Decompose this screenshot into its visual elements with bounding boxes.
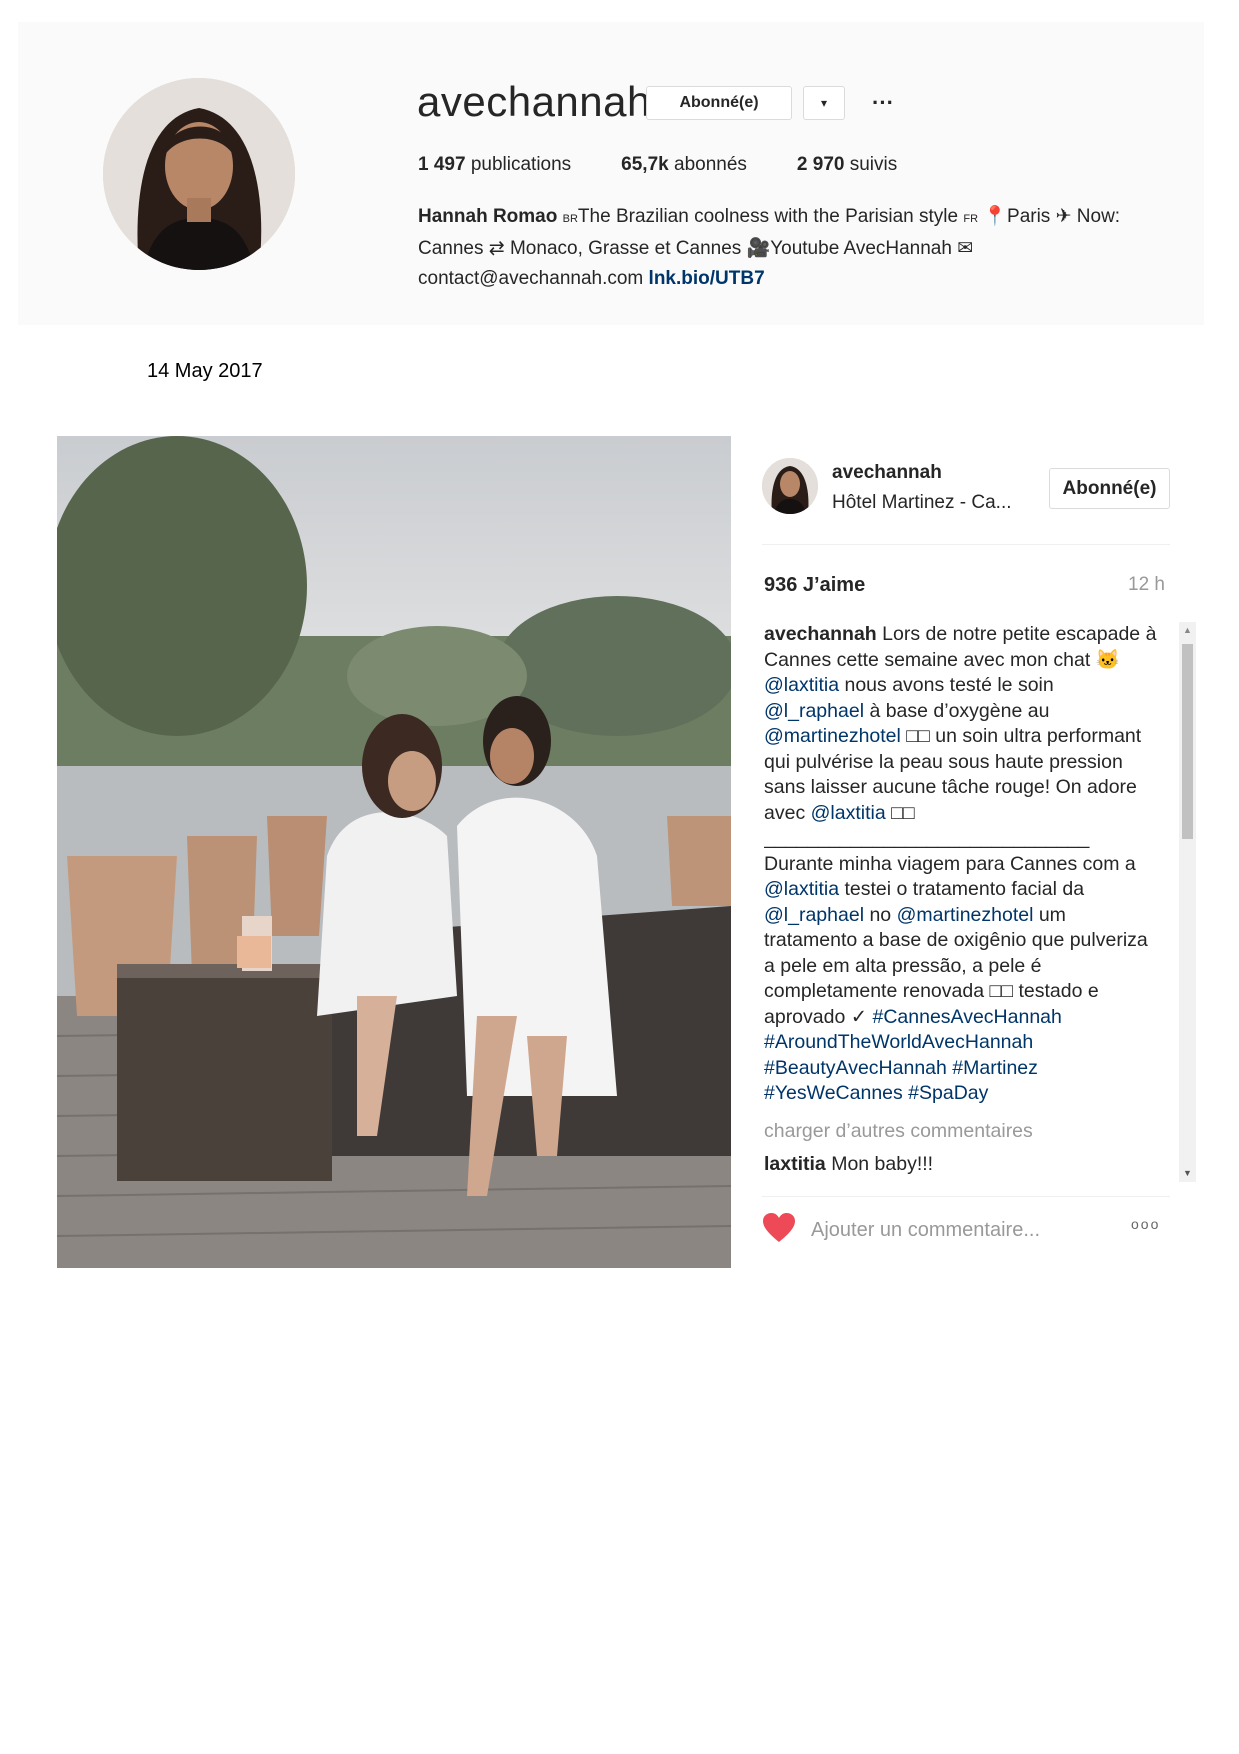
load-more-comments[interactable]: charger d’autres commentaires: [764, 1119, 1159, 1145]
caption-username[interactable]: avechannah: [764, 623, 877, 645]
post-date: 14 May 2017: [147, 360, 263, 382]
stat-followers-count: 65,7k: [621, 154, 669, 175]
likes-count[interactable]: 936 J’aime: [764, 574, 865, 597]
stat-followers[interactable]: 65,7k abonnés: [621, 154, 747, 176]
stat-following-count: 2 970: [796, 154, 845, 175]
profile-username: avechannah: [417, 78, 651, 125]
stat-following[interactable]: 2 970 suivis: [797, 154, 897, 176]
plane-icon: ✈: [1055, 206, 1072, 227]
heart-icon[interactable]: [762, 1212, 796, 1244]
comment-item: laxtitia Mon baby!!!: [764, 1152, 1159, 1176]
post-photo-image: [57, 436, 731, 1268]
profile-avatar-image: [103, 78, 295, 270]
more-options-icon[interactable]: ooo: [1131, 1216, 1160, 1232]
caption: avechannah Lors de notre petite escapade…: [764, 622, 1159, 1107]
profile-header: avechannah Abonné(e) ▾ ··· 1 497 publica…: [18, 22, 1204, 325]
caption-text: □□: [885, 801, 915, 824]
scroll-down-arrow-icon[interactable]: ▼: [1179, 1165, 1196, 1182]
comment-input[interactable]: [809, 1214, 1103, 1246]
mention-link[interactable]: @laxtitia: [764, 674, 839, 696]
caption-text: nous avons testé le soin: [839, 674, 1054, 696]
follow-button[interactable]: Abonné(e): [646, 86, 792, 120]
caption-text: testei o tratamento facial da: [839, 878, 1085, 900]
mention-link[interactable]: @martinezhotel: [764, 725, 901, 747]
more-options-button[interactable]: ···: [863, 86, 903, 120]
post-author-username[interactable]: avechannah: [832, 462, 942, 484]
bio-link[interactable]: lnk.bio/UTB7: [649, 268, 765, 289]
stat-posts-label: publications: [470, 154, 572, 175]
post-follow-button[interactable]: Abonné(e): [1049, 468, 1170, 509]
post-time: 12 h: [1128, 574, 1165, 595]
stat-followers-label: abonnés: [674, 154, 747, 175]
camera-icon: 🎥: [746, 238, 771, 259]
bio-cannes: Cannes: [418, 238, 484, 259]
profile-stats: 1 497 publications 65,7k abonnés 2 970 s…: [418, 154, 947, 176]
bio-email: contact@avechannah.com: [418, 268, 644, 289]
divider: [762, 1196, 1170, 1197]
profile-avatar[interactable]: [103, 78, 295, 270]
bio-text: The Brazilian coolness with the Parisian…: [577, 206, 959, 227]
comment-text: Mon baby!!!: [825, 1153, 934, 1175]
post-photo[interactable]: [57, 436, 731, 1268]
scroll-up-arrow-icon[interactable]: ▲: [1179, 622, 1196, 639]
soon-arrow-icon: ⇄: [488, 238, 505, 259]
bio-youtube: Youtube AvecHannah: [770, 238, 958, 259]
bio-name: Hannah Romao: [418, 206, 558, 227]
stat-posts: 1 497 publications: [418, 154, 571, 176]
mention-link[interactable]: @l_raphael: [764, 700, 864, 722]
caption-text: Durante minha viagem para Cannes com a: [764, 852, 1136, 875]
fr-flag-icon: FR: [963, 213, 979, 225]
post-sidebar: avechannah Hôtel Martinez - Ca... Abonné…: [762, 436, 1202, 1268]
comments-scrollbar[interactable]: ▲ ▼: [1179, 622, 1196, 1182]
comments-list: avechannah Lors de notre petite escapade…: [764, 622, 1159, 1176]
mention-link[interactable]: @l_raphael: [764, 904, 864, 926]
bio-city: Paris: [1007, 206, 1051, 227]
caption-separator: ______________________________: [764, 827, 1090, 849]
stat-following-label: suivis: [849, 154, 898, 175]
bio-destinations: Monaco, Grasse et Cannes: [504, 238, 747, 259]
scrollbar-thumb[interactable]: [1182, 644, 1193, 839]
post-location[interactable]: Hôtel Martinez - Ca...: [832, 492, 1012, 514]
br-flag-icon: BR: [562, 213, 578, 225]
post-author-avatar[interactable]: [762, 458, 818, 514]
caption-text: à base d’oxygène au: [864, 699, 1050, 722]
mention-link[interactable]: @laxtitia: [764, 878, 839, 900]
mention-link[interactable]: @martinezhotel: [897, 904, 1034, 926]
stat-posts-count: 1 497: [418, 154, 466, 175]
caption-text: no: [864, 903, 897, 926]
mention-link[interactable]: @laxtitia: [811, 802, 886, 824]
post-author-avatar-image: [762, 458, 818, 514]
divider: [762, 544, 1170, 545]
profile-bio: Hannah Romao BRThe Brazilian coolness wi…: [418, 202, 1178, 294]
dropdown-caret-button[interactable]: ▾: [803, 86, 845, 120]
comment-username[interactable]: laxtitia: [764, 1153, 826, 1175]
bio-now: Now:: [1071, 206, 1121, 227]
pin-icon: 📍: [983, 206, 1008, 227]
mail-icon: ✉: [957, 238, 974, 259]
